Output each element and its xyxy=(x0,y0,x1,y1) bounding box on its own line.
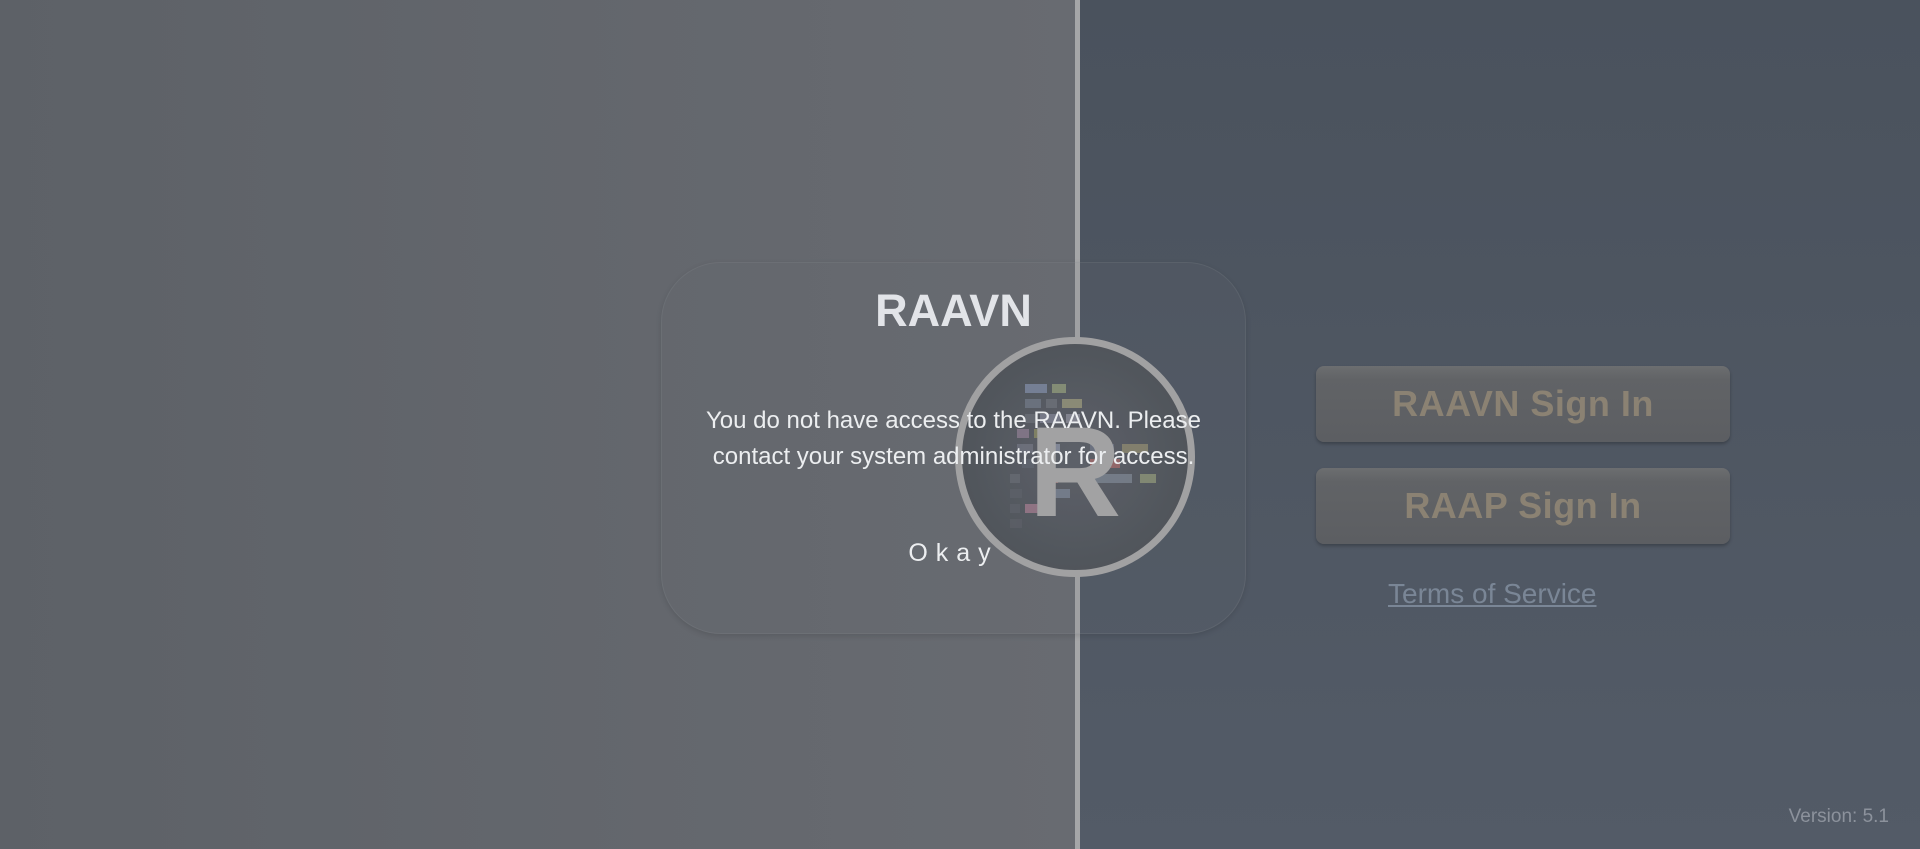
raap-sign-in-button[interactable]: RAAP Sign In xyxy=(1316,468,1730,544)
dialog-title: RAAVN xyxy=(875,285,1032,336)
raavn-sign-in-button[interactable]: RAAVN Sign In xyxy=(1316,366,1730,442)
login-screen: RAAVN Sign In RAAP Sign In Terms of Serv… xyxy=(0,0,1920,849)
okay-button[interactable]: Okay xyxy=(861,533,1046,573)
dialog-message: You do not have access to the RAAVN. Ple… xyxy=(706,407,1201,470)
version-label: Version: 5.1 xyxy=(1788,806,1889,827)
terms-of-service-link[interactable]: Terms of Service xyxy=(1388,578,1597,610)
